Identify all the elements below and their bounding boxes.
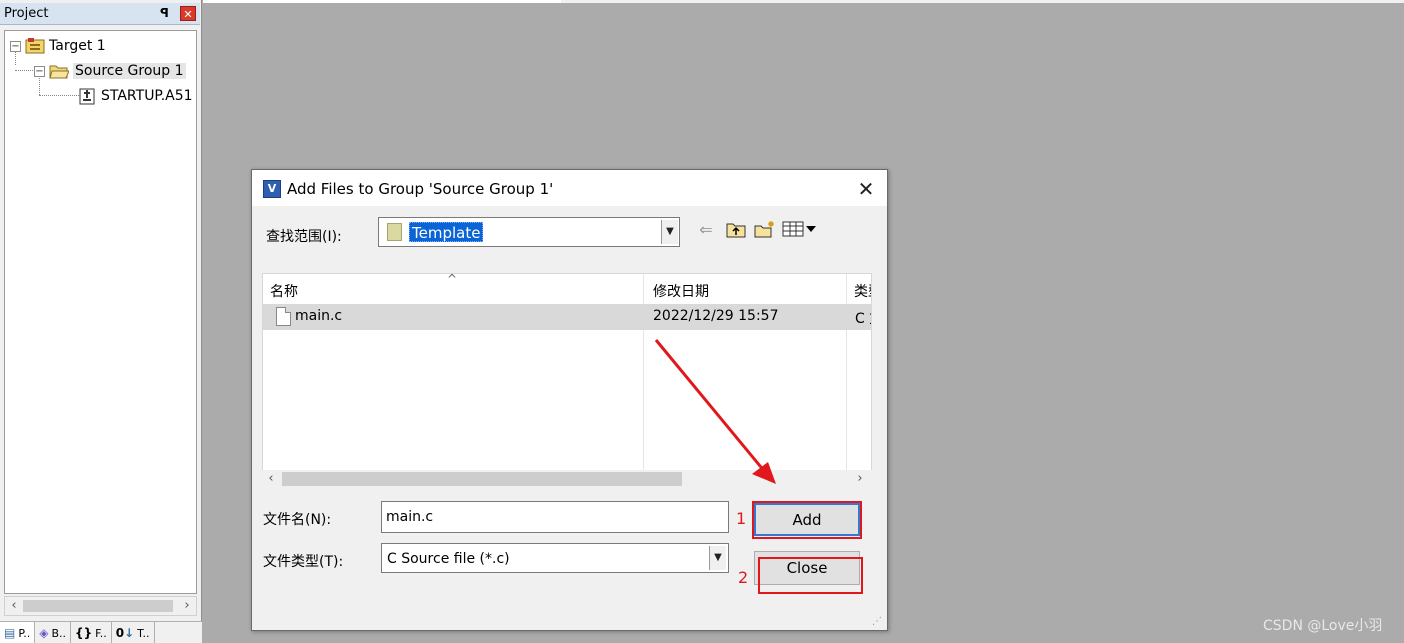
look-in-value: Template — [409, 222, 484, 242]
scroll-left-icon[interactable]: ‹ — [6, 597, 22, 615]
column-header-type[interactable]: 类型 — [854, 281, 871, 301]
annotation-step-1: 1 — [736, 509, 747, 528]
project-tree: − Target 1 − Source Group 1 STARTUP.A51 — [4, 30, 197, 594]
filetype-select[interactable]: C Source file (*.c) ▼ — [381, 543, 729, 573]
scroll-thumb[interactable] — [23, 600, 173, 612]
templates-icon: 0↓ — [115, 626, 135, 640]
collapse-icon[interactable]: − — [10, 40, 21, 52]
target-icon — [25, 38, 45, 54]
collapse-icon[interactable]: − — [34, 65, 45, 77]
up-folder-icon[interactable] — [726, 220, 746, 240]
column-header-modified[interactable]: 修改日期 — [653, 281, 709, 301]
project-panel: Project ꟼ ✕ − Target 1 − Source Group 1 — [0, 0, 202, 643]
resize-grip-icon[interactable]: ⋰ — [872, 616, 886, 630]
project-panel-title: Project — [4, 6, 49, 21]
scroll-right-icon[interactable]: › — [179, 597, 195, 615]
project-bottom-tabs: ▤ P.. ◈ B.. {} F.. 0↓ T.. — [0, 621, 202, 643]
folder-open-icon — [49, 63, 70, 79]
back-arrow-icon[interactable]: ⇐ — [698, 220, 714, 240]
asm-file-icon — [79, 88, 97, 105]
file-type-cell: C 文件 — [855, 311, 871, 327]
file-list-view[interactable]: ^ 名称 修改日期 类型 main.c 2022/12/29 15:57 C 文… — [262, 273, 872, 488]
filename-label: 文件名(N): — [263, 512, 332, 528]
scroll-right-icon[interactable]: › — [852, 470, 868, 488]
filetype-label: 文件类型(T): — [263, 554, 344, 570]
new-folder-icon[interactable] — [754, 220, 774, 240]
file-icon — [276, 307, 291, 326]
tree-horizontal-scrollbar[interactable]: ‹ › — [4, 596, 197, 616]
tab-functions[interactable]: {} F.. — [71, 622, 112, 643]
dialog-title: Add Files to Group 'Source Group 1' — [287, 180, 554, 198]
tree-item-file[interactable]: STARTUP.A51 — [79, 85, 193, 107]
close-button[interactable]: Close — [754, 551, 860, 585]
tree-item-target[interactable]: − Target 1 — [10, 35, 106, 57]
tree-item-label: Source Group 1 — [73, 63, 186, 79]
dialog-titlebar[interactable]: V Add Files to Group 'Source Group 1' ✕ — [252, 170, 887, 206]
editor-tab-strip — [203, 0, 561, 3]
chevron-down-icon[interactable]: ▼ — [709, 546, 726, 570]
chevron-down-icon[interactable]: ▼ — [661, 220, 678, 244]
look-in-label: 查找范围(I): — [266, 229, 342, 245]
uvision-app-icon: V — [263, 180, 281, 198]
tree-item-source-group[interactable]: − Source Group 1 — [34, 60, 186, 82]
add-files-dialog: V Add Files to Group 'Source Group 1' ✕ … — [251, 169, 888, 631]
tab-project[interactable]: ▤ P.. — [0, 622, 36, 643]
pin-icon[interactable]: ꟼ — [160, 6, 172, 20]
project-panel-header: Project ꟼ ✕ — [0, 3, 200, 25]
file-modified-cell: 2022/12/29 15:57 — [653, 308, 779, 324]
sort-arrow-icon: ^ — [447, 273, 458, 286]
look-in-combobox[interactable]: Template ▼ — [378, 217, 680, 247]
filetype-value: C Source file (*.c) — [387, 551, 510, 567]
top-strip — [203, 0, 1404, 3]
tree-line — [39, 95, 79, 96]
close-icon[interactable]: ✕ — [852, 176, 880, 202]
filename-input[interactable] — [381, 501, 729, 533]
folder-icon — [387, 223, 402, 241]
functions-icon: {} — [75, 626, 93, 640]
watermark: CSDN @Love小羽 — [1263, 618, 1383, 634]
add-button[interactable]: Add — [754, 503, 860, 536]
scroll-left-icon[interactable]: ‹ — [263, 470, 279, 488]
tab-books[interactable]: ◈ B.. — [35, 622, 72, 643]
books-icon: ◈ — [39, 626, 49, 640]
tree-item-label: STARTUP.A51 — [101, 88, 193, 104]
panel-close-icon[interactable]: ✕ — [180, 6, 196, 21]
file-name-cell: main.c — [295, 308, 343, 324]
column-header-name[interactable]: 名称 — [270, 281, 298, 301]
tree-item-label: Target 1 — [49, 38, 106, 54]
project-icon: ▤ — [4, 626, 16, 640]
file-row[interactable]: main.c 2022/12/29 15:57 C 文件 — [263, 304, 871, 330]
file-list-horizontal-scrollbar[interactable]: ‹ › — [262, 470, 872, 488]
scroll-thumb[interactable] — [282, 472, 682, 486]
tab-templates[interactable]: 0↓ T.. — [112, 622, 155, 643]
tree-line — [15, 70, 33, 71]
annotation-step-2: 2 — [738, 568, 749, 587]
view-menu-icon[interactable] — [782, 220, 820, 240]
